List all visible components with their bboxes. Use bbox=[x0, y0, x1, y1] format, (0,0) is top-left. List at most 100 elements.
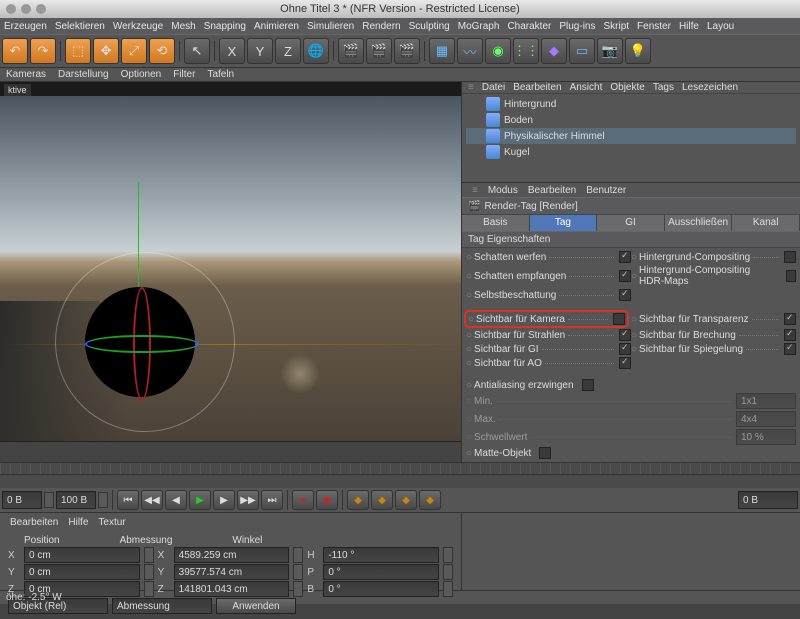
objmenu-lesezeichen[interactable]: Lesezeichen bbox=[682, 82, 738, 93]
add-camera[interactable]: 📷 bbox=[597, 38, 623, 64]
objmenu-datei[interactable]: Datei bbox=[482, 82, 505, 93]
timeline-ruler[interactable] bbox=[0, 463, 800, 475]
menu-snapping[interactable]: Snapping bbox=[204, 21, 246, 32]
add-floor[interactable]: ▭ bbox=[569, 38, 595, 64]
axis-z-button[interactable]: Z bbox=[275, 38, 301, 64]
menu-simulieren[interactable]: Simulieren bbox=[307, 21, 354, 32]
checkbox-schatten-werfen[interactable] bbox=[619, 251, 631, 263]
goto-start[interactable]: ⏮ bbox=[117, 490, 139, 510]
dim-Z[interactable]: 141801.043 cm bbox=[174, 581, 290, 597]
ang-X[interactable]: -110 ° bbox=[323, 547, 439, 563]
redo-button[interactable]: ↷ bbox=[30, 38, 56, 64]
attrmenu-bearbeiten[interactable]: Bearbeiten bbox=[528, 185, 576, 196]
menu-mesh[interactable]: Mesh bbox=[171, 21, 195, 32]
checkbox-sichtbar-für-kamera[interactable] bbox=[613, 313, 625, 325]
axis-x-button[interactable]: X bbox=[219, 38, 245, 64]
add-spline[interactable]: 〰 bbox=[457, 38, 483, 64]
menu-selektieren[interactable]: Selektieren bbox=[55, 21, 105, 32]
ang-Y[interactable]: 0 ° bbox=[323, 564, 439, 580]
prev-frame[interactable]: ◀ bbox=[165, 490, 187, 510]
objmenu-tags[interactable]: Tags bbox=[653, 82, 674, 93]
object-hintergrund[interactable]: Hintergrund bbox=[466, 96, 796, 112]
key-pos[interactable]: ◆ bbox=[347, 490, 369, 510]
menu-layou[interactable]: Layou bbox=[707, 21, 734, 32]
record-button[interactable]: ● bbox=[292, 490, 314, 510]
end-frame[interactable]: 100 B bbox=[56, 491, 96, 509]
viewport[interactable]: ktive bbox=[0, 82, 461, 442]
attrmenu-modus[interactable]: Modus bbox=[488, 185, 518, 196]
bottab-hilfe[interactable]: Hilfe bbox=[68, 517, 88, 528]
autokey-button[interactable]: ◉ bbox=[316, 490, 338, 510]
menu-plug-ins[interactable]: Plug-ins bbox=[559, 21, 595, 32]
key-param[interactable]: ◆ bbox=[419, 490, 441, 510]
add-array[interactable]: ⋮⋮ bbox=[513, 38, 539, 64]
object-kugel[interactable]: Kugel bbox=[466, 144, 796, 160]
undo-button[interactable]: ↶ bbox=[2, 38, 28, 64]
object-boden[interactable]: Boden bbox=[466, 112, 796, 128]
dim-Y[interactable]: 39577.574 cm bbox=[174, 564, 290, 580]
render-settings[interactable]: 🎬 bbox=[394, 38, 420, 64]
add-nurbs[interactable]: ◉ bbox=[485, 38, 511, 64]
play-button[interactable]: ▶ bbox=[189, 490, 211, 510]
prev-key[interactable]: ◀◀ bbox=[141, 490, 163, 510]
tool-cursor[interactable]: ↖ bbox=[184, 38, 210, 64]
viewmenu-tafeln[interactable]: Tafeln bbox=[207, 69, 234, 80]
axis-y-button[interactable]: Y bbox=[247, 38, 273, 64]
object-physikalischer-himmel[interactable]: Physikalischer Himmel bbox=[466, 128, 796, 144]
checkbox-sichtbar-für-ao[interactable] bbox=[619, 357, 631, 369]
key-scale[interactable]: ◆ bbox=[371, 490, 393, 510]
pos-X[interactable]: 0 cm bbox=[24, 547, 140, 563]
render-view[interactable]: 🎬 bbox=[338, 38, 364, 64]
bottab-textur[interactable]: Textur bbox=[98, 517, 125, 528]
coord-mode2-select[interactable]: Abmessung bbox=[112, 598, 212, 614]
checkbox-sichtbar-für-transparenz[interactable] bbox=[784, 313, 796, 325]
menu-werkzeuge[interactable]: Werkzeuge bbox=[113, 21, 163, 32]
key-rot[interactable]: ◆ bbox=[395, 490, 417, 510]
bottab-bearbeiten[interactable]: Bearbeiten bbox=[10, 517, 58, 528]
goto-end[interactable]: ⏭ bbox=[261, 490, 283, 510]
objmenu-ansicht[interactable]: Ansicht bbox=[570, 82, 603, 93]
rotate-tool[interactable]: ⟲ bbox=[149, 38, 175, 64]
tab-basis[interactable]: Basis bbox=[462, 215, 530, 231]
current-frame[interactable]: 0 B bbox=[738, 491, 798, 509]
objmenu-bearbeiten[interactable]: Bearbeiten bbox=[513, 82, 561, 93]
viewmenu-darstellung[interactable]: Darstellung bbox=[58, 69, 109, 80]
object-list[interactable]: HintergrundBodenPhysikalischer HimmelKug… bbox=[462, 94, 800, 182]
move-tool[interactable]: ✥ bbox=[93, 38, 119, 64]
objmenu-objekte[interactable]: Objekte bbox=[610, 82, 644, 93]
add-light[interactable]: 💡 bbox=[625, 38, 651, 64]
menu-fenster[interactable]: Fenster bbox=[637, 21, 671, 32]
apply-button[interactable]: Anwenden bbox=[216, 598, 296, 614]
viewmenu-optionen[interactable]: Optionen bbox=[121, 69, 162, 80]
world-toggle[interactable]: 🌐 bbox=[303, 38, 329, 64]
pos-Y[interactable]: 0 cm bbox=[24, 564, 140, 580]
checkbox-matte-objekt[interactable] bbox=[539, 447, 551, 459]
viewmenu-kameras[interactable]: Kameras bbox=[6, 69, 46, 80]
checkbox-hintergrund-compositing[interactable] bbox=[784, 251, 796, 263]
sphere-object[interactable] bbox=[85, 287, 195, 397]
tab-tag[interactable]: Tag bbox=[530, 215, 598, 231]
checkbox-hintergrund-compositing-hdr-maps[interactable] bbox=[786, 270, 796, 282]
checkbox-sichtbar-für-spiegelung[interactable] bbox=[784, 343, 796, 355]
start-frame[interactable]: 0 B bbox=[2, 491, 42, 509]
tab-ausschließen[interactable]: Ausschließen bbox=[665, 215, 733, 231]
checkbox-selbstbeschattung[interactable] bbox=[619, 289, 631, 301]
add-cube[interactable]: ▦ bbox=[429, 38, 455, 64]
menu-rendern[interactable]: Rendern bbox=[362, 21, 400, 32]
menu-charakter[interactable]: Charakter bbox=[507, 21, 551, 32]
checkbox-sichtbar-für-strahlen[interactable] bbox=[619, 329, 631, 341]
checkbox-schatten-empfangen[interactable] bbox=[619, 270, 631, 282]
ang-Z[interactable]: 0 ° bbox=[323, 581, 439, 597]
scale-tool[interactable]: ⤢ bbox=[121, 38, 147, 64]
render-picture[interactable]: 🎬 bbox=[366, 38, 392, 64]
menu-mograph[interactable]: MoGraph bbox=[458, 21, 500, 32]
add-deformer[interactable]: ◆ bbox=[541, 38, 567, 64]
viewmenu-filter[interactable]: Filter bbox=[173, 69, 195, 80]
tab-kanal[interactable]: Kanal bbox=[732, 215, 800, 231]
timeline[interactable] bbox=[0, 462, 800, 488]
menu-erzeugen[interactable]: Erzeugen bbox=[4, 21, 47, 32]
menu-animieren[interactable]: Animieren bbox=[254, 21, 299, 32]
checkbox-antialiasing-erzwingen[interactable] bbox=[582, 379, 594, 391]
select-tool[interactable]: ⬚ bbox=[65, 38, 91, 64]
menu-hilfe[interactable]: Hilfe bbox=[679, 21, 699, 32]
